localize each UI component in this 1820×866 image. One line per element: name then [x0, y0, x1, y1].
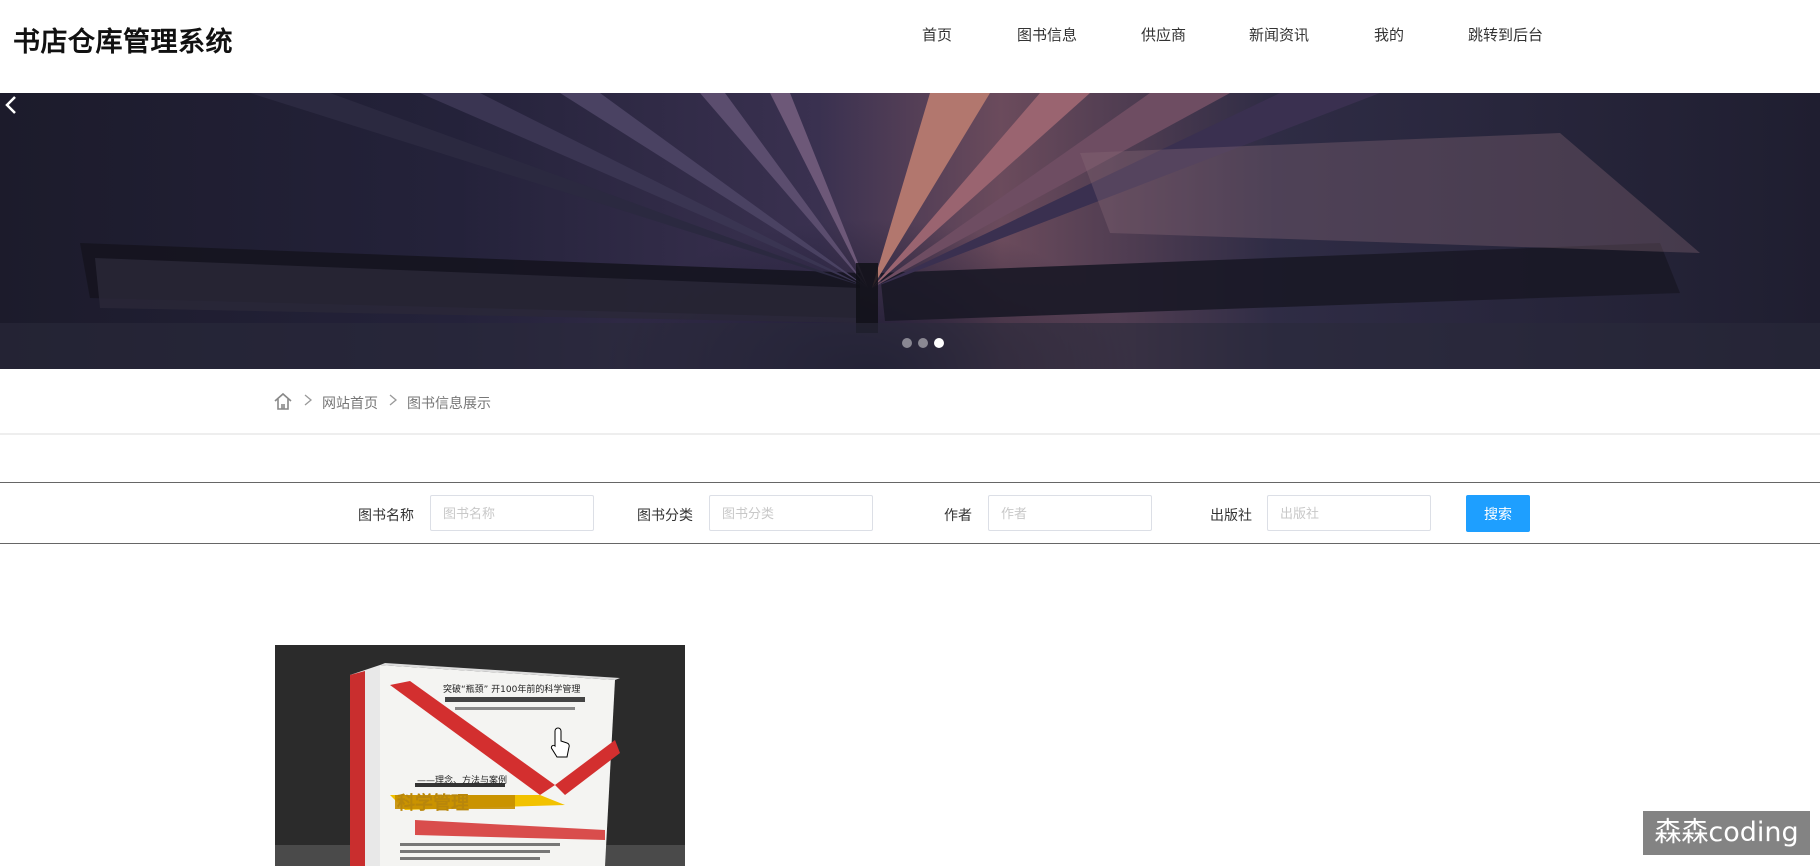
author-label: 作者 [944, 507, 972, 523]
main-nav: 首页 图书信息 供应商 新闻资讯 我的 跳转到后台 [0, 24, 1820, 48]
cover-title: 科学管理 [397, 792, 469, 814]
carousel-dot-2[interactable] [918, 338, 928, 348]
author-input[interactable] [988, 495, 1152, 531]
carousel-dot-1[interactable] [902, 338, 912, 348]
book-category-label: 图书分类 [637, 507, 693, 523]
carousel-indicators [902, 338, 962, 350]
top-header: 书店仓库管理系统 首页 图书信息 供应商 新闻资讯 我的 跳转到后台 [0, 0, 1820, 93]
search-button[interactable]: 搜索 [1466, 495, 1530, 532]
chevron-right-icon [389, 394, 398, 406]
nav-item-admin[interactable]: 跳转到后台 [1468, 24, 1543, 45]
nav-item-news[interactable]: 新闻资讯 [1249, 24, 1309, 45]
breadcrumb-current: 图书信息展示 [407, 395, 491, 411]
cover-subtitle: ——理念、方法与案例 [417, 774, 507, 786]
breadcrumb-home-link[interactable]: 网站首页 [322, 393, 378, 413]
banner-carousel[interactable] [0, 93, 1820, 369]
carousel-dot-3[interactable] [934, 338, 944, 348]
publisher-input[interactable] [1267, 495, 1431, 531]
breadcrumb: 网站首页 图书信息展示 [0, 369, 1820, 435]
home-icon[interactable] [273, 391, 293, 411]
nav-item-mine[interactable]: 我的 [1374, 24, 1404, 45]
nav-item-home[interactable]: 首页 [922, 24, 952, 45]
book-category-input[interactable] [709, 495, 873, 531]
chevron-left-icon[interactable] [0, 93, 24, 117]
watermark: 森森coding [1643, 811, 1810, 855]
search-bar: 图书名称 图书分类 作者 出版社 搜索 [0, 482, 1820, 544]
chevron-right-icon [304, 394, 313, 406]
book-card[interactable]: 突破“瓶颈” 开100年前的科学管理 ——理念、方法与案例 科学管理 [275, 645, 685, 866]
nav-item-supplier[interactable]: 供应商 [1141, 24, 1186, 45]
cover-headline: 突破“瓶颈” 开100年前的科学管理 [443, 683, 580, 695]
book-name-label: 图书名称 [358, 507, 414, 523]
banner-image [0, 93, 1820, 369]
book-name-input[interactable] [430, 495, 594, 531]
nav-item-book-info[interactable]: 图书信息 [1017, 24, 1077, 45]
publisher-label: 出版社 [1210, 507, 1252, 523]
book-cover-image: 突破“瓶颈” 开100年前的科学管理 ——理念、方法与案例 科学管理 [275, 645, 685, 866]
